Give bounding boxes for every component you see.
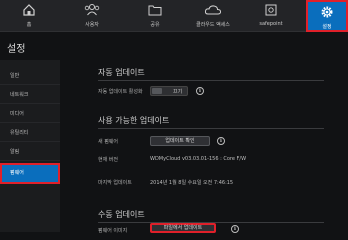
check-update-button[interactable]: 업데이트 확인 xyxy=(150,136,210,146)
current-version-label: 현재 버전 xyxy=(98,157,118,163)
sidebar: 일반 네트워크 미디어 유틸리티 알림 펌웨어 xyxy=(0,60,60,232)
info-icon[interactable]: i xyxy=(231,225,239,233)
sidebar-item-firmware[interactable]: 펌웨어 xyxy=(0,163,60,184)
cloud-icon xyxy=(204,5,222,15)
nav-cloud-access[interactable]: 클라우드 액세스 xyxy=(184,0,242,32)
home-icon xyxy=(23,4,35,16)
auto-update-toggle-state: 끄기 xyxy=(173,89,183,95)
last-update-value: 2014년 1월 8일 수요일 오전 7:46:15 xyxy=(150,180,234,186)
users-icon xyxy=(84,4,100,16)
auto-update-enable-label: 자동 업데이트 활성화 xyxy=(98,89,143,95)
firmware-image-label: 펌웨어 이미지 xyxy=(98,228,128,234)
sidebar-item-media[interactable]: 미디어 xyxy=(0,104,60,123)
auto-update-divider xyxy=(98,80,324,81)
sidebar-item-utilities[interactable]: 유틸리티 xyxy=(0,123,60,142)
available-update-divider xyxy=(98,128,324,129)
nav-settings-label: 설정 xyxy=(322,24,332,30)
auto-update-toggle[interactable]: 끄기 xyxy=(150,86,188,96)
current-version-value: WDMyCloud v03.03.01-156 : Core F/W xyxy=(150,156,247,162)
gear-icon xyxy=(321,6,333,18)
update-from-file-button[interactable]: 파일에서 업데이트 xyxy=(150,223,216,233)
sidebar-item-network[interactable]: 네트워크 xyxy=(0,85,60,104)
manual-update-title: 수동 업데이트 xyxy=(98,210,145,219)
nav-safepoint[interactable]: safepoint xyxy=(242,0,300,32)
folder-icon xyxy=(148,5,162,16)
sidebar-item-notifications[interactable]: 알림 xyxy=(0,142,60,161)
auto-update-title: 자동 업데이트 xyxy=(98,68,145,77)
nav-safepoint-label: safepoint xyxy=(259,21,283,27)
toggle-knob xyxy=(152,88,162,94)
nav-cloud-access-label: 클라우드 액세스 xyxy=(196,22,230,28)
safe-icon xyxy=(265,4,277,16)
new-firmware-label: 새 펌웨어 xyxy=(98,139,118,145)
info-icon[interactable]: i xyxy=(217,137,225,145)
nav-shares-label: 공유 xyxy=(150,22,160,28)
nav-home[interactable]: 홈 xyxy=(0,0,58,32)
available-update-title: 사용 가능한 업데이트 xyxy=(98,116,170,125)
nav-shares[interactable]: 공유 xyxy=(126,0,184,32)
last-update-label: 마지막 업데이트 xyxy=(98,180,132,186)
nav-users[interactable]: 사용자 xyxy=(58,0,126,32)
sidebar-item-general[interactable]: 일반 xyxy=(0,66,60,85)
info-icon[interactable]: i xyxy=(196,87,204,95)
nav-settings[interactable]: 설정 xyxy=(306,0,348,32)
nav-users-label: 사용자 xyxy=(85,22,99,28)
top-nav: 홈 사용자 공유 클라우드 액세스 safepoint 설정 xyxy=(0,0,348,32)
nav-home-label: 홈 xyxy=(26,22,32,28)
page-title: 설정 xyxy=(7,44,26,55)
